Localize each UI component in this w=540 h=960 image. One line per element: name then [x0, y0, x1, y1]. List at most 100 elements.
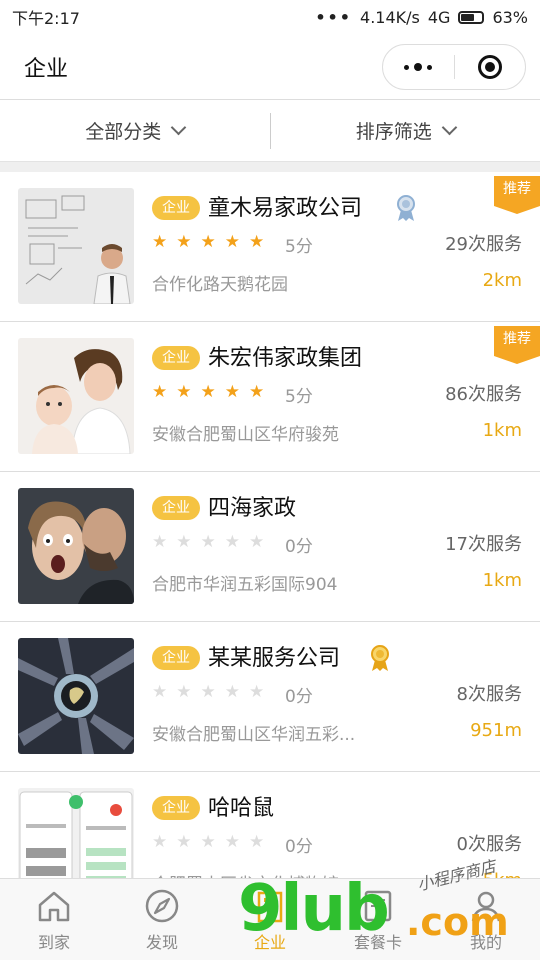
service-count: 29次服务 [445, 234, 522, 255]
tab-label: 套餐卡 [353, 932, 402, 952]
enterprise-badge: 企业 [152, 796, 200, 820]
company-card[interactable]: 企业 某某服务公司 ★ ★ ★ ★ ★ 0分 8次服务 安徽合肥蜀山区华润五彩... 9… [0, 622, 540, 772]
company-name: 朱宏伟家政集团 [208, 346, 363, 371]
gold-medal-icon [371, 645, 389, 671]
company-thumbnail [18, 488, 134, 604]
star-icon: ★ [224, 832, 240, 852]
rating-stars: ★ ★ ★ ★ ★ [152, 682, 264, 702]
star-icon: ★ [224, 382, 240, 402]
battery-level: 63% [492, 7, 528, 27]
compass-icon [145, 889, 179, 922]
rating-stars: ★ ★ ★ ★ ★ [152, 232, 264, 252]
star-icon: ★ [200, 682, 216, 702]
building-icon [257, 891, 283, 922]
card-icon [364, 890, 392, 921]
star-icon: ★ [249, 232, 265, 252]
page-title: 企业 [24, 56, 69, 82]
company-name: 四海家政 [208, 496, 297, 521]
tab-package-card[interactable]: 套餐卡 [324, 879, 432, 960]
star-icon: ★ [224, 532, 240, 552]
nav-bar: 企业 [0, 34, 540, 100]
tab-label: 企业 [253, 932, 286, 952]
silver-medal-icon [397, 195, 415, 221]
more-button[interactable] [383, 45, 454, 89]
target-circle-icon [477, 55, 502, 79]
enterprise-badge: 企业 [152, 346, 200, 370]
filter-bar: 全部分类 排序筛选 [0, 100, 540, 162]
tab-label: 我的 [469, 932, 502, 952]
status-bar: 下午2:17 ••• 4.14K/s 4G 63% [0, 0, 540, 34]
tab-mine[interactable]: 我的 [432, 879, 540, 960]
star-icon: ★ [176, 232, 192, 252]
company-address: 合作化路天鹅花园 [152, 275, 288, 295]
close-button[interactable] [455, 45, 526, 89]
user-icon [471, 891, 501, 921]
rating-stars: ★ ★ ★ ★ ★ [152, 532, 264, 552]
star-icon: ★ [176, 532, 192, 552]
star-icon: ★ [152, 232, 168, 252]
tab-discover[interactable]: 发现 [108, 879, 216, 960]
star-icon: ★ [249, 832, 265, 852]
service-count: 8次服务 [456, 684, 522, 705]
star-icon: ★ [224, 232, 240, 252]
star-icon: ★ [152, 382, 168, 402]
category-filter-label: 全部分类 [85, 121, 162, 143]
rating-score: 5分 [285, 387, 313, 407]
tab-bar: 到家 发现 企业 套餐卡 我的 [0, 878, 540, 960]
tab-label: 到家 [37, 932, 70, 952]
enterprise-badge: 企业 [152, 496, 200, 520]
star-icon: ★ [176, 832, 192, 852]
company-address: 合肥市华润五彩国际904 [152, 575, 338, 595]
star-icon: ★ [200, 232, 216, 252]
star-icon: ★ [249, 382, 265, 402]
service-count: 0次服务 [456, 834, 522, 855]
company-thumbnail [18, 638, 134, 754]
signal-dots: ••• [315, 7, 353, 27]
star-icon: ★ [152, 682, 168, 702]
star-icon: ★ [176, 682, 192, 702]
company-address: 安徽合肥蜀山区华府骏苑 [152, 425, 339, 445]
company-card[interactable]: 企业 四海家政 ★ ★ ★ ★ ★ 0分 17次服务 合肥市华润五彩国际904 1km [0, 472, 540, 622]
home-icon [38, 891, 70, 921]
recommend-ribbon: 推荐 [494, 176, 540, 214]
network-type: 4G [427, 7, 451, 27]
star-icon: ★ [200, 382, 216, 402]
sort-filter[interactable]: 排序筛选 [271, 117, 540, 144]
chevron-down-icon [441, 119, 458, 136]
rating-score: 0分 [285, 537, 313, 557]
status-indicators: ••• 4.14K/s 4G 63% [315, 8, 528, 27]
star-icon: ★ [176, 382, 192, 402]
star-icon: ★ [224, 682, 240, 702]
sort-filter-label: 排序筛选 [355, 121, 432, 143]
company-distance: 951m [470, 720, 522, 741]
company-name: 童木易家政公司 [208, 196, 363, 221]
company-distance: 2km [482, 270, 522, 291]
star-icon: ★ [200, 532, 216, 552]
status-time: 下午2:17 [12, 9, 80, 28]
rating-stars: ★ ★ ★ ★ ★ [152, 382, 264, 402]
company-list: 企业 童木易家政公司 ★ ★ ★ ★ ★ 5分 29次服务 合作化路天鹅花园 2km 推… [0, 172, 540, 922]
star-icon: ★ [200, 832, 216, 852]
recommend-ribbon: 推荐 [494, 326, 540, 364]
enterprise-badge: 企业 [152, 196, 200, 220]
service-count: 86次服务 [445, 384, 522, 405]
star-icon: ★ [249, 682, 265, 702]
company-distance: 1km [482, 420, 522, 441]
mini-program-capsule [382, 44, 526, 90]
tab-home[interactable]: 到家 [0, 879, 108, 960]
company-address: 安徽合肥蜀山区华润五彩... [152, 725, 356, 745]
star-icon: ★ [152, 532, 168, 552]
company-card[interactable]: 企业 童木易家政公司 ★ ★ ★ ★ ★ 5分 29次服务 合作化路天鹅花园 2km 推… [0, 172, 540, 322]
more-dots-icon [404, 63, 433, 71]
company-name: 某某服务公司 [208, 646, 341, 671]
network-speed: 4.14K/s [360, 7, 420, 27]
rating-score: 0分 [285, 687, 313, 707]
company-name: 哈哈鼠 [208, 796, 275, 821]
company-thumbnail [18, 338, 134, 454]
chevron-down-icon [170, 119, 187, 136]
category-filter[interactable]: 全部分类 [0, 117, 270, 144]
service-count: 17次服务 [445, 534, 522, 555]
tab-enterprise[interactable]: 企业 [216, 879, 324, 960]
battery-icon [458, 10, 485, 24]
company-card[interactable]: 企业 朱宏伟家政集团 ★ ★ ★ ★ ★ 5分 86次服务 安徽合肥蜀山区华府骏苑 1k… [0, 322, 540, 472]
